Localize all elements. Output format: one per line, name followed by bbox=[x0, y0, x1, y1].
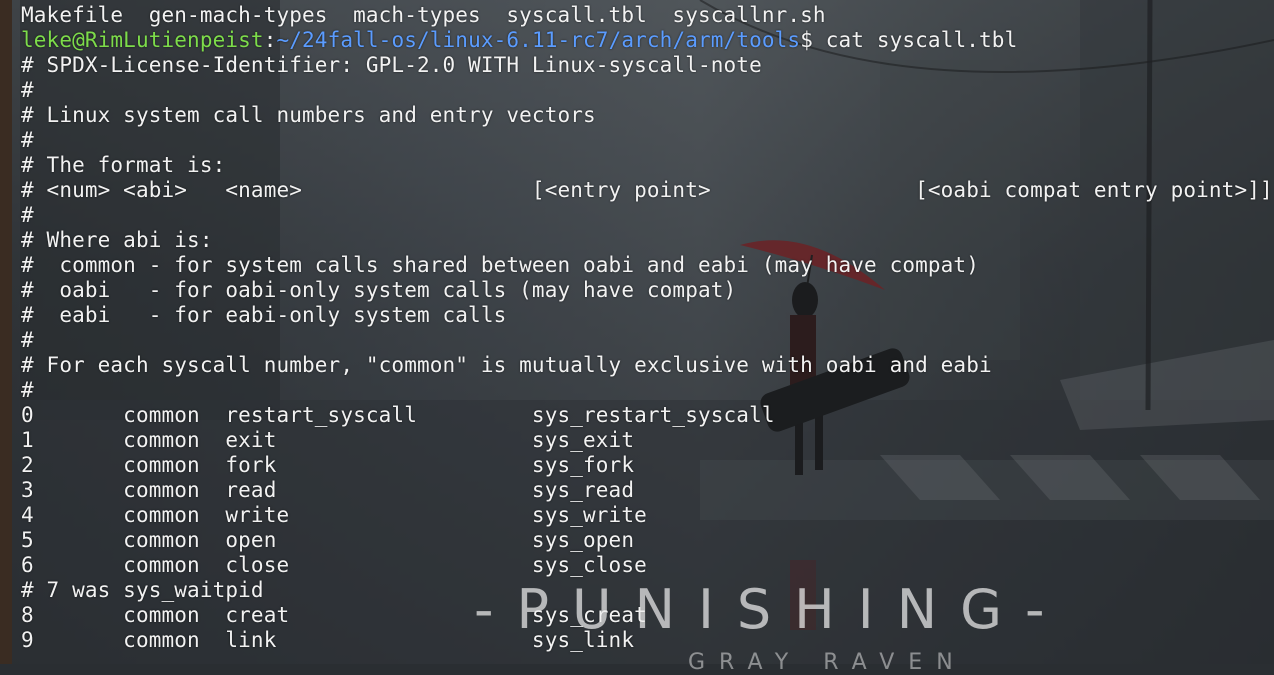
output-line: # bbox=[21, 378, 34, 402]
output-line: # eabi - for eabi-only system calls bbox=[21, 303, 507, 327]
prompt-separator: : bbox=[263, 28, 277, 52]
prompt-path: ~/24fall-os/linux-6.11-rc7/arch/arm/tool… bbox=[276, 28, 801, 52]
output-line: # The format is: bbox=[21, 153, 226, 177]
output-line: # <num> <abi> <name> [<entry point> [<oa… bbox=[21, 178, 1273, 202]
output-line: # oabi - for oabi-only system calls (may… bbox=[21, 278, 737, 302]
prompt-user-host: leke@RimLutienpeist bbox=[21, 28, 264, 52]
syscall-row: 2 common fork sys_fork bbox=[21, 453, 635, 477]
output-line: # bbox=[21, 128, 34, 152]
wallpaper-brand-text: -PUNISHING- bbox=[474, 578, 1068, 641]
output-line: # bbox=[21, 203, 34, 227]
syscall-row: 4 common write sys_write bbox=[21, 503, 647, 527]
output-line: # common - for system calls shared betwe… bbox=[21, 253, 979, 277]
output-line: # bbox=[21, 328, 34, 352]
syscall-row: 5 common open sys_open bbox=[21, 528, 635, 552]
wallpaper-brand-subtext: GRAY RAVEN bbox=[688, 650, 967, 675]
output-line: # Linux system call numbers and entry ve… bbox=[21, 103, 596, 127]
output-line: # Where abi is: bbox=[21, 228, 213, 252]
terminal-window[interactable]: Makefile gen-mach-types mach-types sysca… bbox=[12, 0, 1274, 675]
output-line: # bbox=[21, 78, 34, 102]
syscall-row: 3 common read sys_read bbox=[21, 478, 635, 502]
command-prompt-line[interactable]: leke@RimLutienpeist:~/24fall-os/linux-6.… bbox=[21, 28, 1273, 53]
ls-output-line: Makefile gen-mach-types mach-types sysca… bbox=[21, 3, 826, 27]
terminal-output: Makefile gen-mach-types mach-types sysca… bbox=[21, 3, 1273, 653]
output-line: # SPDX-License-Identifier: GPL-2.0 WITH … bbox=[21, 53, 762, 77]
output-line: # For each syscall number, "common" is m… bbox=[21, 353, 992, 377]
syscall-row: 0 common restart_syscall sys_restart_sys… bbox=[21, 403, 775, 427]
syscall-row: 1 common exit sys_exit bbox=[21, 428, 635, 452]
prompt-command: cat syscall.tbl bbox=[812, 28, 1018, 52]
adjacent-window-edge bbox=[0, 0, 12, 664]
prompt-symbol: $ bbox=[800, 28, 813, 52]
syscall-row: 6 common close sys_close bbox=[21, 553, 647, 577]
